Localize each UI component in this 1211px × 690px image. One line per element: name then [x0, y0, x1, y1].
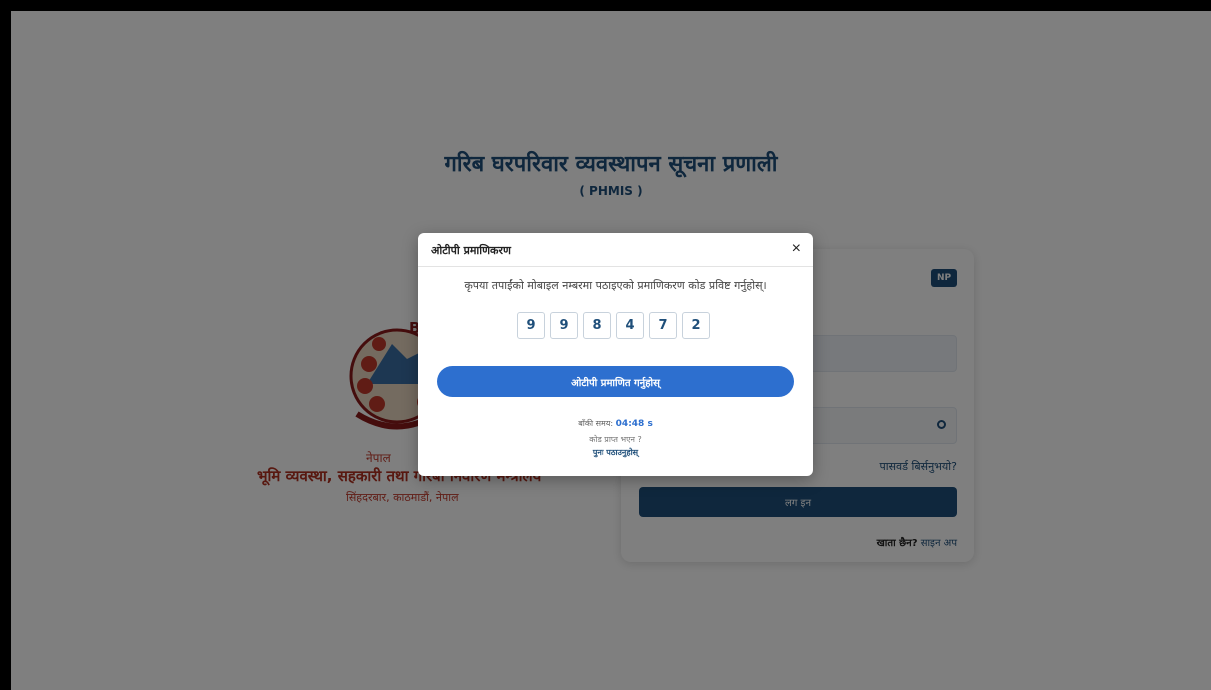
otp-modal: ओटीपी प्रमाणिकरण × कृपया तपाईंको मोबाइल … — [418, 233, 813, 476]
otp-digit-5[interactable]: 7 — [649, 312, 677, 339]
timer-row: बाँकी समय: 04:48 s — [418, 418, 813, 429]
otp-instruction: कृपया तपाईंको मोबाइल नम्बरमा पठाइएको प्र… — [464, 279, 767, 292]
otp-digit-4[interactable]: 4 — [616, 312, 644, 339]
remaining-time-label: बाँकी समय: — [578, 419, 614, 428]
otp-digit-2[interactable]: 9 — [550, 312, 578, 339]
screen: गरिब घरपरिवार व्यवस्थापन सूचना प्रणाली (… — [11, 11, 1211, 690]
modal-title: ओटीपी प्रमाणिकरण — [431, 244, 511, 257]
modal-header: ओटीपी प्रमाणिकरण × — [418, 233, 813, 267]
otp-digit-3[interactable]: 8 — [583, 312, 611, 339]
close-icon[interactable]: × — [792, 240, 801, 258]
otp-input-group: 9 9 8 4 7 2 — [517, 312, 710, 339]
resend-otp-link[interactable]: पुनः पठाउनुहोस् — [418, 447, 813, 458]
verify-otp-button[interactable]: ओटीपी प्रमाणित गर्नुहोस् — [437, 366, 794, 397]
otp-digit-1[interactable]: 9 — [517, 312, 545, 339]
remaining-time-value: 04:48 s — [615, 419, 653, 429]
code-not-received-label: कोड प्राप्त भएन ? — [589, 435, 642, 444]
otp-digit-6[interactable]: 2 — [682, 312, 710, 339]
